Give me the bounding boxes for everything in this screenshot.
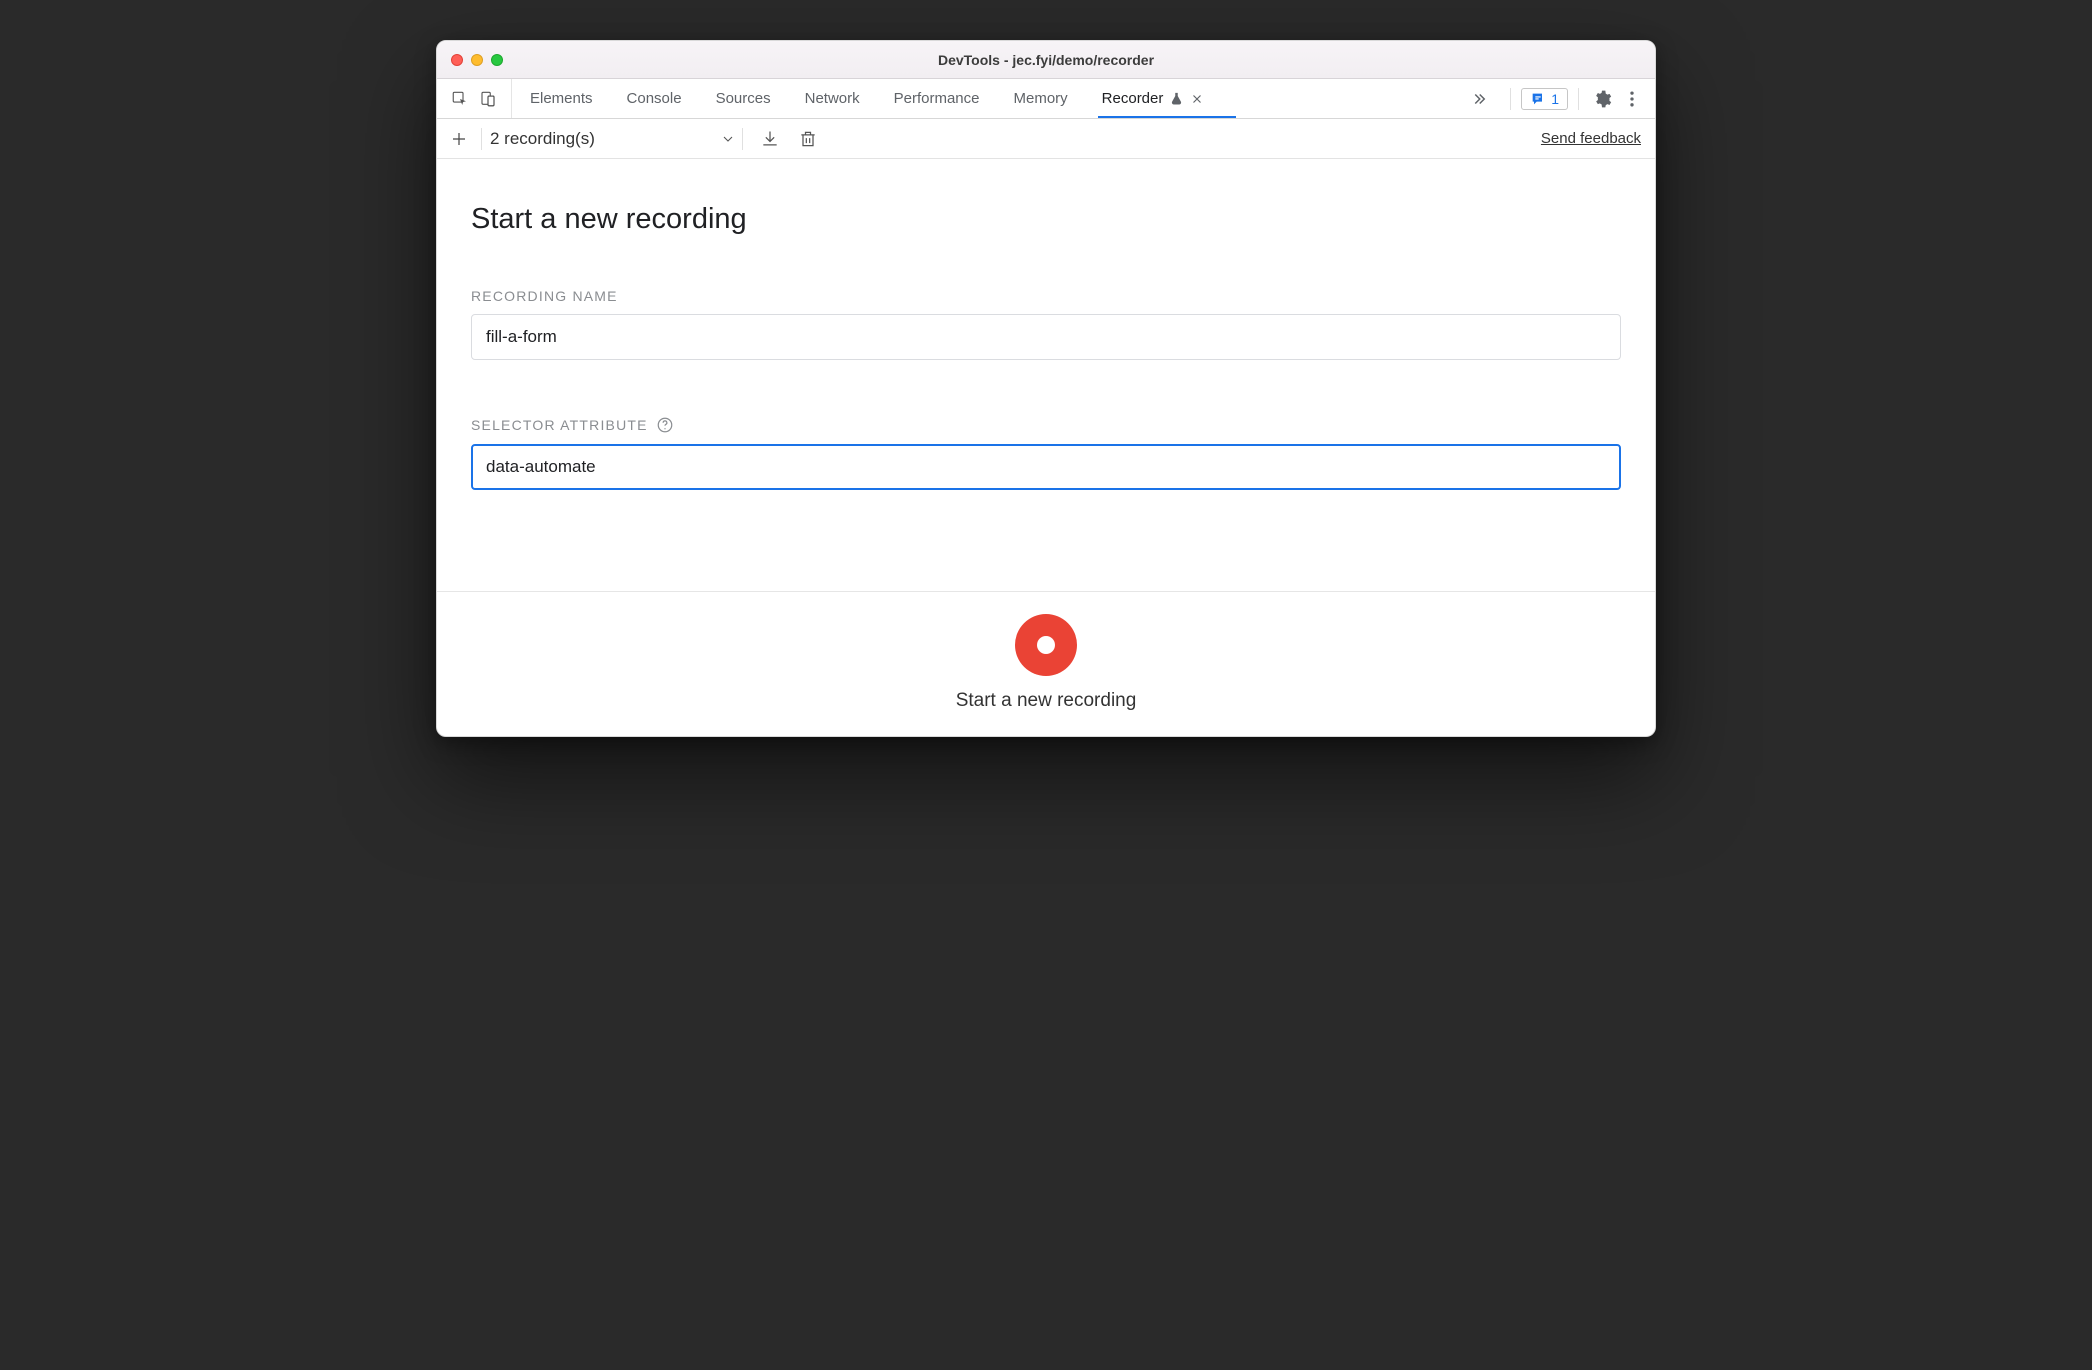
new-recording-button[interactable] (447, 127, 471, 151)
tab-performance[interactable]: Performance (894, 79, 980, 118)
record-icon (1037, 636, 1055, 654)
recorder-start-panel: Start a new recording RECORDING NAME SEL… (437, 159, 1655, 591)
tab-label: Console (627, 90, 682, 107)
panel-tabs: Elements Console Sources Network Perform… (512, 79, 1460, 118)
tab-label: Network (805, 90, 860, 107)
window-controls (451, 54, 503, 66)
selector-attribute-label: SELECTOR ATTRIBUTE (471, 417, 648, 433)
issues-button[interactable]: 1 (1521, 88, 1568, 110)
separator (742, 128, 743, 150)
device-toolbar-icon[interactable] (477, 88, 499, 110)
tab-recorder[interactable]: Recorder (1102, 79, 1205, 118)
window-minimize-button[interactable] (471, 54, 483, 66)
send-feedback-link[interactable]: Send feedback (1541, 130, 1645, 147)
recording-name-label: RECORDING NAME (471, 288, 1621, 304)
window-close-button[interactable] (451, 54, 463, 66)
tab-label: Elements (530, 90, 593, 107)
inspect-element-icon[interactable] (449, 88, 471, 110)
export-icon[interactable] (759, 128, 781, 150)
delete-icon[interactable] (797, 128, 819, 150)
recording-name-field: RECORDING NAME (471, 288, 1621, 360)
separator (1510, 88, 1511, 110)
start-recording-button[interactable] (1015, 614, 1077, 676)
tab-label: Sources (716, 90, 771, 107)
devtools-window: DevTools - jec.fyi/demo/recorder Element… (436, 40, 1656, 737)
chevron-down-icon (720, 131, 736, 147)
window-zoom-button[interactable] (491, 54, 503, 66)
recording-name-input[interactable] (471, 314, 1621, 360)
selector-attribute-input[interactable] (471, 444, 1621, 490)
close-tab-icon[interactable] (1190, 92, 1204, 106)
tabs-overflow-button[interactable] (1460, 79, 1498, 118)
selector-attribute-field: SELECTOR ATTRIBUTE (471, 416, 1621, 490)
window-titlebar: DevTools - jec.fyi/demo/recorder (437, 41, 1655, 79)
recorder-toolbar: 2 recording(s) Send feedback (437, 119, 1655, 159)
tab-label: Memory (1014, 90, 1068, 107)
separator (1578, 88, 1579, 110)
page-heading: Start a new recording (471, 203, 1621, 236)
tab-label: Performance (894, 90, 980, 107)
settings-icon[interactable] (1589, 86, 1615, 112)
more-menu-icon[interactable] (1619, 86, 1645, 112)
window-title: DevTools - jec.fyi/demo/recorder (437, 52, 1655, 68)
tab-console[interactable]: Console (627, 79, 682, 118)
recorder-footer: Start a new recording (437, 591, 1655, 736)
start-recording-label: Start a new recording (956, 690, 1137, 712)
help-icon[interactable] (656, 416, 674, 434)
recordings-dropdown[interactable]: 2 recording(s) (490, 129, 740, 149)
experiment-icon (1169, 91, 1184, 106)
devtools-tabstrip: Elements Console Sources Network Perform… (437, 79, 1655, 119)
tab-memory[interactable]: Memory (1014, 79, 1068, 118)
issues-count: 1 (1551, 91, 1559, 107)
tab-label: Recorder (1102, 90, 1164, 107)
separator (481, 128, 482, 150)
tab-network[interactable]: Network (805, 79, 860, 118)
recordings-dropdown-label: 2 recording(s) (490, 129, 595, 149)
tab-sources[interactable]: Sources (716, 79, 771, 118)
tab-elements[interactable]: Elements (530, 79, 593, 118)
